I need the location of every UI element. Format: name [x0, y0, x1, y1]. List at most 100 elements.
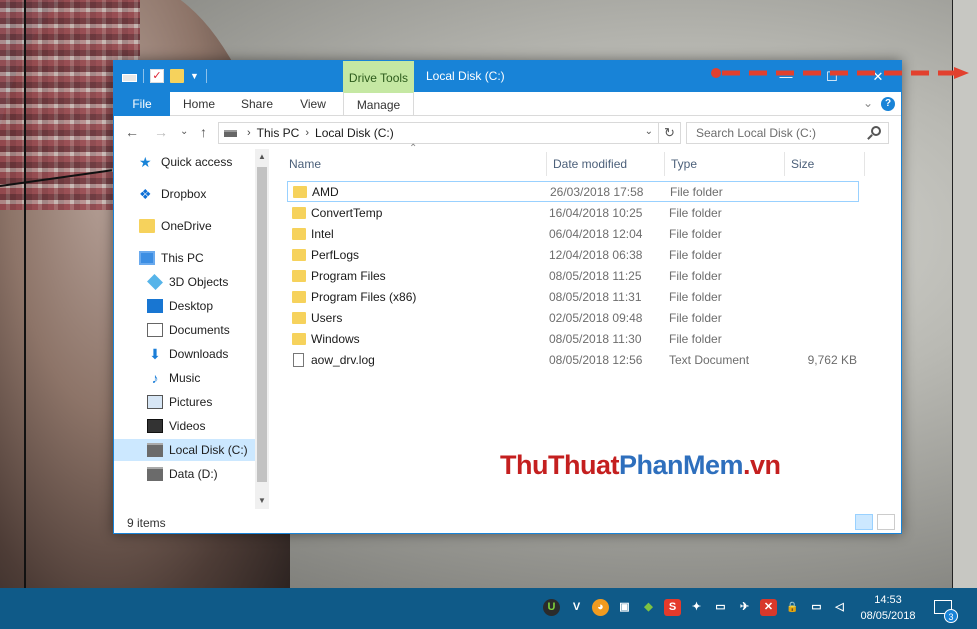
network-icon[interactable]: ▭ — [808, 599, 825, 616]
nav-item-onedrive[interactable]: OneDrive — [114, 215, 256, 237]
folder-icon — [292, 228, 306, 240]
utorrent-icon[interactable]: U — [543, 599, 560, 616]
file-type: File folder — [669, 290, 722, 304]
lock-icon[interactable]: 🔒 — [784, 599, 801, 616]
nav-pane-scrollbar[interactable]: ▲ ▼ — [255, 149, 269, 509]
nav-item-label: Data (D:) — [169, 467, 218, 481]
nav-item-desktop[interactable]: Desktop — [114, 295, 256, 317]
file-row[interactable]: Users 02/05/2018 09:48 File folder — [287, 308, 859, 329]
red-dashed-arrow-annotation — [711, 67, 969, 79]
tab-manage[interactable]: Manage — [343, 92, 414, 116]
remote-icon[interactable]: ✕ — [760, 599, 777, 616]
browser-icon[interactable]: ◕ — [592, 599, 609, 616]
nav-item-label: Music — [169, 371, 201, 385]
shield-icon[interactable]: ◆ — [640, 599, 657, 616]
drive-icon — [224, 129, 237, 137]
dropbox-icon[interactable]: ✦ — [688, 599, 705, 616]
taskbar-clock[interactable]: 14:53 08/05/2018 — [860, 592, 916, 624]
forward-arrow-icon[interactable]: → — [154, 123, 168, 141]
tab-view[interactable]: View — [290, 92, 336, 116]
nav-item-3d-objects[interactable]: 3D Objects — [114, 271, 256, 293]
tab-share[interactable]: Share — [232, 92, 282, 116]
breadcrumb-local-disk[interactable]: Local Disk (C:) — [315, 126, 394, 140]
file-name: Intel — [311, 227, 334, 241]
address-history-dropdown-icon[interactable]: ⌄ — [645, 126, 653, 137]
refresh-icon[interactable]: ↻ — [659, 122, 681, 144]
cloud-off-icon[interactable]: ✈ — [736, 599, 753, 616]
address-bar[interactable]: › This PC › Local Disk (C:) ⌄ — [218, 122, 659, 144]
search-box[interactable] — [686, 122, 889, 144]
help-icon[interactable]: ? — [881, 97, 895, 111]
volume-mute-icon[interactable]: ◁ — [831, 599, 848, 616]
wallpaper-frame-line — [24, 0, 26, 588]
file-row[interactable]: Intel 06/04/2018 12:04 File folder — [287, 224, 859, 245]
folder-icon — [292, 249, 306, 261]
file-type: File folder — [669, 227, 722, 241]
snagit-icon[interactable]: S — [664, 599, 681, 616]
file-row[interactable]: Program Files (x86) 08/05/2018 11:31 Fil… — [287, 287, 859, 308]
file-row[interactable]: AMD 26/03/2018 17:58 File folder — [287, 181, 859, 202]
network-share-icon[interactable]: ▣ — [616, 599, 633, 616]
desktop-icon — [147, 299, 163, 313]
nav-item-videos[interactable]: Videos — [114, 415, 256, 437]
dropbox-icon: ❖ — [139, 186, 152, 202]
up-arrow-icon[interactable]: ↑ — [200, 123, 207, 141]
breadcrumb-this-pc[interactable]: This PC — [257, 126, 300, 140]
file-row[interactable]: aow_drv.log 08/05/2018 12:56 Text Docume… — [287, 350, 859, 371]
file-row[interactable]: PerfLogs 12/04/2018 06:38 File folder — [287, 245, 859, 266]
file-name: ConvertTemp — [311, 206, 383, 220]
status-bar: 9 items — [114, 511, 901, 533]
item-count: 9 items — [127, 516, 166, 530]
arrow-tail-dot — [711, 68, 721, 78]
nav-item-quick-access[interactable]: ★ Quick access — [114, 151, 256, 173]
breadcrumb-separator[interactable]: › — [247, 127, 251, 139]
recent-locations-icon[interactable]: ⌄ — [180, 123, 188, 141]
file-date: 08/05/2018 12:56 — [549, 353, 643, 367]
file-name: Windows — [311, 332, 360, 346]
cube-icon — [147, 274, 163, 290]
scroll-down-arrow-icon[interactable]: ▼ — [255, 496, 269, 505]
column-header-name[interactable]: Name — [283, 152, 547, 176]
column-header-type[interactable]: Type — [665, 152, 785, 176]
customize-toolbar-icon[interactable]: ▼ — [190, 69, 200, 83]
tab-file[interactable]: File — [114, 92, 170, 116]
file-type: Text Document — [669, 353, 750, 367]
search-input[interactable] — [687, 123, 857, 143]
nav-item-local-disk-c[interactable]: Local Disk (C:) — [114, 439, 256, 461]
nav-item-data-d[interactable]: Data (D:) — [114, 463, 256, 485]
expand-ribbon-icon[interactable]: ⌄ — [863, 96, 873, 110]
properties-icon[interactable]: ✓ — [150, 69, 164, 83]
nav-item-dropbox[interactable]: ❖ Dropbox — [114, 183, 256, 205]
nav-item-music[interactable]: ♪ Music — [114, 367, 256, 389]
column-header-size[interactable]: Size — [785, 152, 865, 176]
arrow-head — [954, 67, 969, 79]
nav-item-downloads[interactable]: ⬇ Downloads — [114, 343, 256, 365]
drive-icon — [147, 443, 163, 457]
tab-home[interactable]: Home — [174, 92, 224, 116]
drive-icon[interactable] — [122, 74, 137, 82]
breadcrumb-separator[interactable]: › — [305, 127, 309, 139]
file-name: Users — [311, 311, 343, 325]
details-view-icon[interactable] — [855, 514, 873, 530]
usb-icon[interactable]: ▭ — [712, 599, 729, 616]
back-arrow-icon[interactable]: ← — [125, 123, 139, 141]
scrollbar-thumb[interactable] — [257, 167, 267, 482]
navigation-bar: ← → ⌄ ↑ › This PC › Local Disk (C:) ⌄ ↻ — [114, 117, 901, 147]
nav-item-pictures[interactable]: Pictures — [114, 391, 256, 413]
vivaldi-icon[interactable]: V — [568, 599, 585, 616]
file-type: File folder — [669, 248, 722, 262]
file-row[interactable]: Windows 08/05/2018 11:30 File folder — [287, 329, 859, 350]
nav-item-documents[interactable]: Documents — [114, 319, 256, 341]
column-header-date[interactable]: Date modified — [547, 152, 665, 176]
downloads-icon: ⬇ — [149, 346, 161, 362]
file-row[interactable]: Program Files 08/05/2018 11:25 File fold… — [287, 266, 859, 287]
nav-item-label: Videos — [169, 419, 206, 433]
file-name: AMD — [312, 185, 339, 199]
desktop-edge-strip — [952, 0, 977, 588]
nav-item-label: Desktop — [169, 299, 214, 313]
nav-item-this-pc[interactable]: This PC — [114, 247, 256, 269]
large-icons-view-icon[interactable] — [877, 514, 895, 530]
file-row[interactable]: ConvertTemp 16/04/2018 10:25 File folder — [287, 203, 859, 224]
new-folder-icon[interactable] — [170, 69, 184, 83]
scroll-up-arrow-icon[interactable]: ▲ — [255, 152, 269, 161]
